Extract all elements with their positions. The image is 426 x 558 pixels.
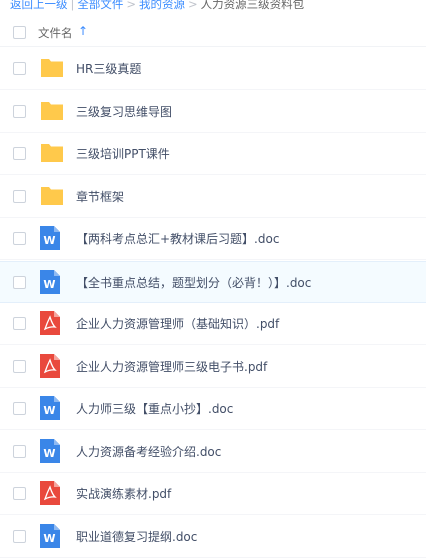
file-row[interactable]: 三级复习思维导图 (0, 91, 426, 133)
word-doc-icon: W (40, 226, 63, 250)
row-checkbox[interactable] (13, 275, 26, 289)
breadcrumb-separator: > (188, 0, 198, 11)
file-row[interactable]: HR三级真题 (0, 48, 426, 90)
file-name[interactable]: 【两科考点总汇+教材课后习题】.doc (76, 231, 279, 247)
file-row[interactable]: W 【全书重点总结，题型划分（必背！）】.doc (0, 260, 426, 303)
row-checkbox[interactable] (13, 62, 26, 75)
file-name[interactable]: 【全书重点总结，题型划分（必背！）】.doc (76, 275, 311, 291)
file-row[interactable]: W 人力资源备考经验介绍.doc (0, 431, 426, 473)
svg-text:W: W (43, 278, 55, 291)
row-checkbox[interactable] (13, 147, 26, 160)
file-row[interactable]: W 【两科考点总汇+教材课后习题】.doc (0, 218, 426, 260)
file-row[interactable]: W 职业道德复习提纲.doc (0, 516, 426, 558)
filename-column-header[interactable]: 文件名 (38, 25, 73, 41)
file-name[interactable]: 企业人力资源管理师（基础知识）.pdf (76, 316, 279, 332)
row-checkbox[interactable] (13, 189, 26, 203)
file-row[interactable]: 企业人力资源管理师三级电子书.pdf (0, 346, 426, 388)
file-name[interactable]: 企业人力资源管理师三级电子书.pdf (76, 359, 267, 375)
breadcrumb-separator: > (126, 0, 137, 11)
word-doc-icon: W (40, 269, 63, 294)
word-doc-icon: W (40, 523, 63, 548)
file-name[interactable]: 人力资源备考经验介绍.doc (76, 444, 221, 460)
row-checkbox[interactable] (13, 104, 26, 118)
pdf-icon (40, 481, 63, 505)
folder-icon (40, 141, 63, 164)
folder-icon (40, 99, 63, 122)
row-checkbox[interactable] (13, 529, 26, 543)
file-name[interactable]: 人力师三级【重点小抄】.doc (76, 401, 233, 417)
breadcrumb: 返回上一级 | 全部文件 > 我的资源 > 人力资源三级资料包 (10, 0, 304, 12)
my-resources-link[interactable]: 我的资源 (139, 0, 185, 11)
row-checkbox[interactable] (13, 232, 26, 245)
word-doc-icon: W (40, 396, 63, 420)
file-name[interactable]: HR三级真题 (76, 61, 141, 77)
file-list-header: 文件名 ↑ (0, 20, 426, 47)
back-link[interactable]: 返回上一级 (10, 0, 68, 11)
pdf-icon (40, 353, 63, 378)
file-name[interactable]: 三级培训PPT课件 (76, 146, 170, 162)
file-row[interactable]: 企业人力资源管理师（基础知识）.pdf (0, 303, 426, 345)
row-checkbox[interactable] (13, 359, 26, 373)
file-row[interactable]: 三级培训PPT课件 (0, 133, 426, 175)
svg-text:W: W (43, 447, 55, 460)
breadcrumb-separator: | (70, 0, 75, 11)
row-checkbox[interactable] (13, 317, 26, 330)
current-folder-label: 人力资源三级资料包 (200, 0, 305, 11)
file-row[interactable]: 实战演练素材.pdf (0, 473, 426, 515)
file-name[interactable]: 章节框架 (76, 189, 124, 205)
file-name[interactable]: 三级复习思维导图 (76, 104, 172, 120)
folder-icon (40, 56, 63, 79)
word-doc-icon: W (40, 438, 63, 463)
all-files-link[interactable]: 全部文件 (77, 0, 123, 11)
svg-text:W: W (43, 234, 55, 247)
file-name[interactable]: 实战演练素材.pdf (76, 486, 171, 502)
svg-text:W: W (43, 404, 55, 417)
row-checkbox[interactable] (13, 487, 26, 500)
file-row[interactable]: 章节框架 (0, 176, 426, 218)
select-all-checkbox[interactable] (13, 26, 26, 39)
row-checkbox[interactable] (13, 402, 26, 415)
file-name[interactable]: 职业道德复习提纲.doc (76, 529, 197, 545)
folder-icon (40, 184, 63, 207)
pdf-icon (40, 311, 63, 335)
sort-ascending-icon[interactable]: ↑ (78, 24, 88, 38)
svg-text:W: W (43, 532, 55, 545)
row-checkbox[interactable] (13, 444, 26, 458)
file-row[interactable]: W 人力师三级【重点小抄】.doc (0, 388, 426, 430)
